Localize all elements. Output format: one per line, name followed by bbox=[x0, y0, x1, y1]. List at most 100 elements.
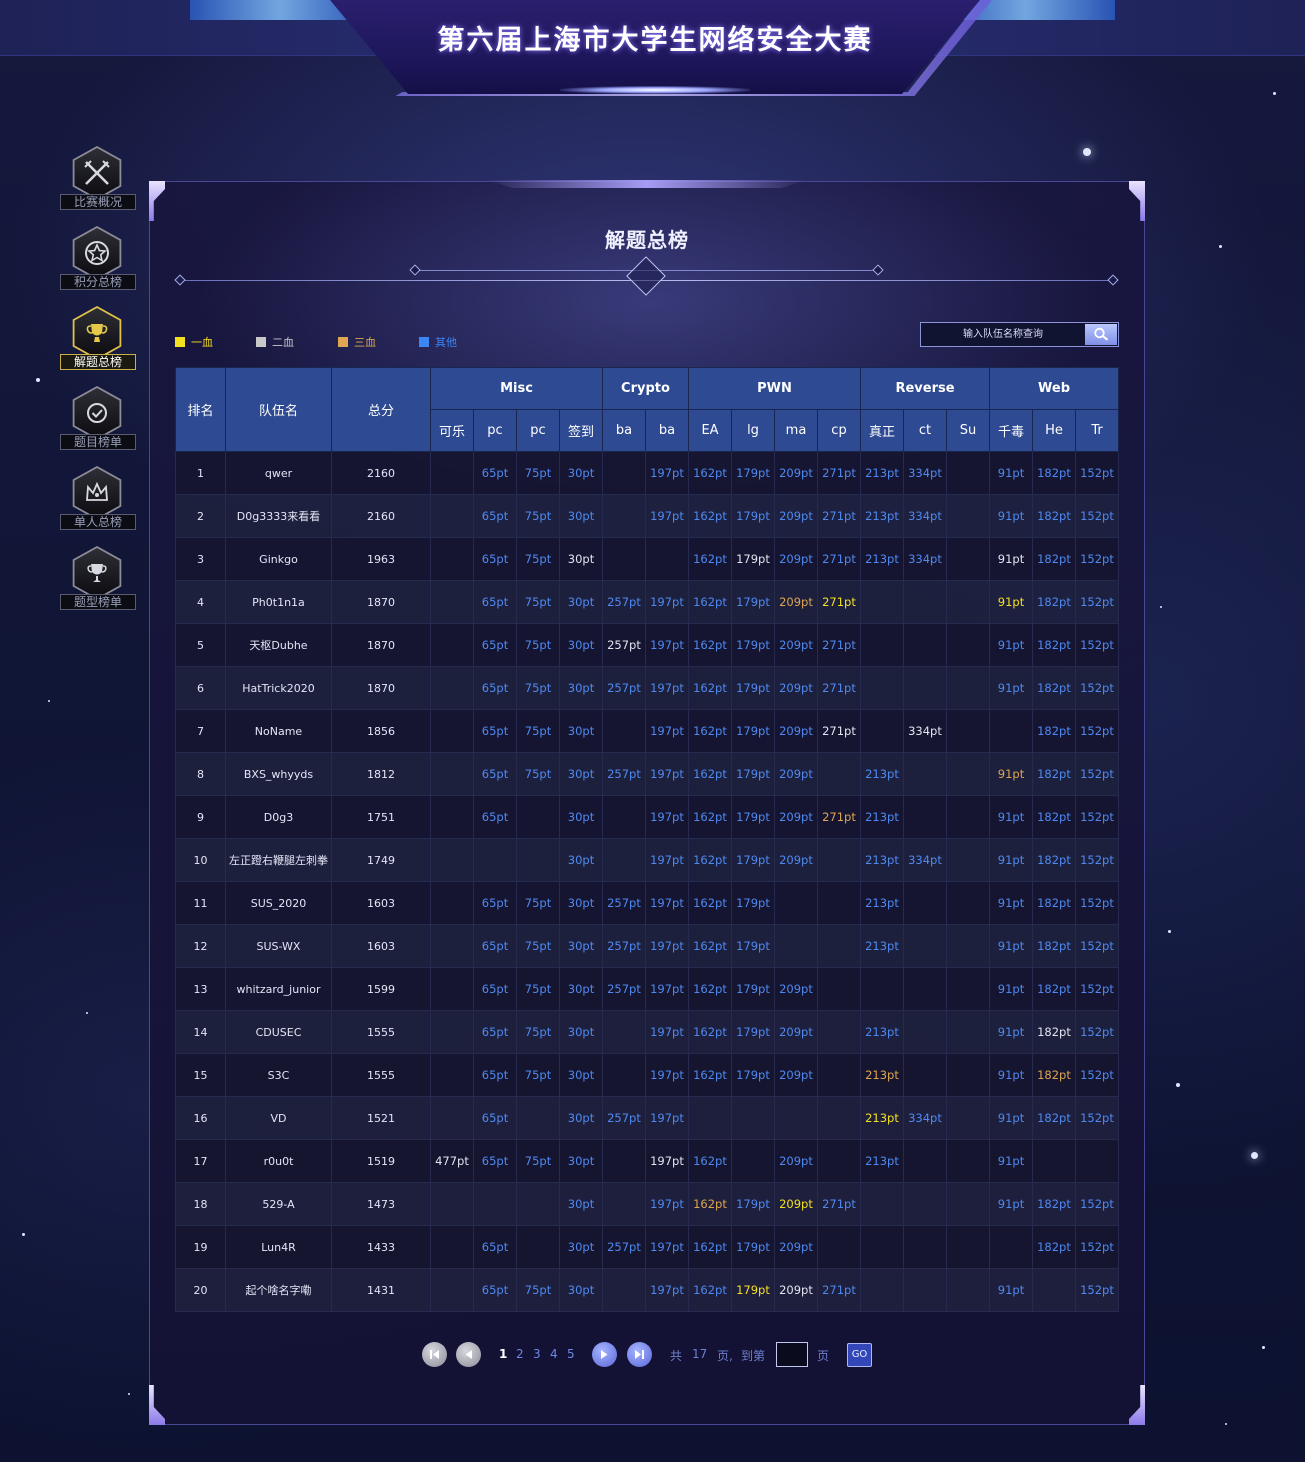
star bbox=[1251, 1152, 1258, 1159]
team-name-cell: whitzard_junior bbox=[225, 967, 332, 1011]
solve-cell: 91pt bbox=[989, 752, 1033, 796]
team-search-input[interactable] bbox=[921, 323, 1085, 346]
solve-cell bbox=[860, 967, 904, 1011]
nav-item-category-board[interactable]: 题型榜单 bbox=[60, 546, 136, 612]
first-page-button[interactable] bbox=[422, 1342, 447, 1367]
solve-cell: 209pt bbox=[774, 752, 818, 796]
page-number[interactable]: 4 bbox=[550, 1347, 558, 1361]
page-number[interactable]: 2 bbox=[516, 1347, 524, 1361]
go-button[interactable]: GO bbox=[847, 1343, 872, 1367]
solve-cell bbox=[903, 924, 947, 968]
nav-item-score-board[interactable]: 积分总榜 bbox=[60, 226, 136, 292]
score-cell: 1963 bbox=[331, 537, 431, 581]
solve-cell: 209pt bbox=[774, 451, 818, 495]
solve-cell bbox=[946, 1096, 990, 1140]
solve-cell: 65pt bbox=[473, 1225, 517, 1269]
nav-label: 解题总榜 bbox=[60, 354, 136, 370]
solve-cell: 30pt bbox=[559, 537, 603, 581]
solve-cell bbox=[516, 838, 560, 882]
category-header: Crypto bbox=[602, 367, 689, 410]
solve-cell: 30pt bbox=[559, 1268, 603, 1312]
page-number[interactable]: 3 bbox=[533, 1347, 541, 1361]
rank-cell: 1 bbox=[175, 451, 226, 495]
solve-cell bbox=[946, 666, 990, 710]
solve-cell: 257pt bbox=[602, 623, 646, 667]
crossed-swords-icon bbox=[74, 148, 120, 198]
team-name-cell: 左正蹬右鞭腿左刺拳 bbox=[225, 838, 332, 882]
solve-cell bbox=[860, 666, 904, 710]
table-row: 7 NoName 1856 65pt 75pt 30pt 197pt 162pt 179pt 20… bbox=[175, 709, 1119, 753]
score-cell: 2160 bbox=[331, 494, 431, 538]
score-cell: 1555 bbox=[331, 1053, 431, 1097]
legend-swatch bbox=[175, 337, 185, 347]
solve-cell: 75pt bbox=[516, 967, 560, 1011]
trophy-icon bbox=[74, 308, 120, 358]
prev-page-button[interactable] bbox=[456, 1342, 481, 1367]
solve-cell bbox=[602, 1010, 646, 1054]
challenge-header: 千毒 bbox=[989, 409, 1033, 452]
solve-cell bbox=[430, 666, 474, 710]
next-page-button[interactable] bbox=[592, 1342, 617, 1367]
table-row: 8 BXS_whyyds 1812 65pt 75pt 30pt 257pt 197pt 162… bbox=[175, 752, 1119, 796]
solve-cell: 152pt bbox=[1075, 1268, 1119, 1312]
legend-third-blood: 三血 bbox=[338, 334, 376, 350]
solve-cell bbox=[946, 537, 990, 581]
star bbox=[1273, 92, 1276, 95]
page-jump-input[interactable] bbox=[776, 1342, 808, 1367]
solve-cell bbox=[946, 924, 990, 968]
page-number[interactable]: 1 bbox=[499, 1347, 507, 1361]
solve-cell bbox=[430, 537, 474, 581]
nav-item-overview[interactable]: 比赛概况 bbox=[60, 146, 136, 212]
solve-cell: 334pt bbox=[903, 494, 947, 538]
solve-cell: 182pt bbox=[1032, 623, 1076, 667]
solve-cell bbox=[731, 1096, 775, 1140]
rank-cell: 16 bbox=[175, 1096, 226, 1140]
solve-cell: 162pt bbox=[688, 1225, 732, 1269]
solve-cell: 179pt bbox=[731, 623, 775, 667]
rank-cell: 15 bbox=[175, 1053, 226, 1097]
solve-cell: 334pt bbox=[903, 709, 947, 753]
solve-cell: 91pt bbox=[989, 967, 1033, 1011]
solve-cell bbox=[946, 967, 990, 1011]
solve-cell bbox=[946, 838, 990, 882]
nav-item-solve-board[interactable]: 解题总榜 bbox=[60, 306, 136, 372]
table-row: 5 天枢Dubhe 1870 65pt 75pt 30pt 257pt 197pt 162pt 1… bbox=[175, 623, 1119, 667]
cup-icon bbox=[74, 548, 120, 598]
solve-cell: 152pt bbox=[1075, 709, 1119, 753]
solve-cell bbox=[860, 1182, 904, 1226]
solve-cell: 75pt bbox=[516, 494, 560, 538]
solve-cell: 209pt bbox=[774, 967, 818, 1011]
solve-cell: 182pt bbox=[1032, 881, 1076, 925]
solve-cell: 152pt bbox=[1075, 967, 1119, 1011]
solve-cell: 271pt bbox=[817, 709, 861, 753]
nav-item-individual-board[interactable]: 单人总榜 bbox=[60, 466, 136, 532]
solve-cell bbox=[774, 1096, 818, 1140]
solve-cell bbox=[946, 1268, 990, 1312]
page-number[interactable]: 5 bbox=[567, 1347, 575, 1361]
solve-cell: 65pt bbox=[473, 967, 517, 1011]
team-name-cell: HatTrick2020 bbox=[225, 666, 332, 710]
legend-swatch bbox=[256, 337, 266, 347]
search-button[interactable] bbox=[1085, 324, 1117, 345]
col-team-header: 队伍名 bbox=[225, 367, 332, 452]
solve-cell: 179pt bbox=[731, 1225, 775, 1269]
challenge-header: Su bbox=[946, 409, 990, 452]
nav-label: 比赛概况 bbox=[60, 194, 136, 210]
solve-cell: 271pt bbox=[817, 795, 861, 839]
solve-cell: 213pt bbox=[860, 1010, 904, 1054]
solve-cell: 152pt bbox=[1075, 795, 1119, 839]
score-cell: 1603 bbox=[331, 924, 431, 968]
nav-item-challenge-board[interactable]: 题目榜单 bbox=[60, 386, 136, 452]
solve-cell: 257pt bbox=[602, 967, 646, 1011]
solve-cell: 152pt bbox=[1075, 1182, 1119, 1226]
panel-top-ornament bbox=[487, 180, 807, 188]
solve-cell: 162pt bbox=[688, 1182, 732, 1226]
last-page-button[interactable] bbox=[627, 1342, 652, 1367]
solve-cell: 209pt bbox=[774, 1139, 818, 1183]
rank-cell: 9 bbox=[175, 795, 226, 839]
solve-cell bbox=[946, 451, 990, 495]
solve-cell: 271pt bbox=[817, 623, 861, 667]
solve-cell bbox=[430, 451, 474, 495]
solve-cell: 179pt bbox=[731, 451, 775, 495]
solve-cell: 197pt bbox=[645, 494, 689, 538]
